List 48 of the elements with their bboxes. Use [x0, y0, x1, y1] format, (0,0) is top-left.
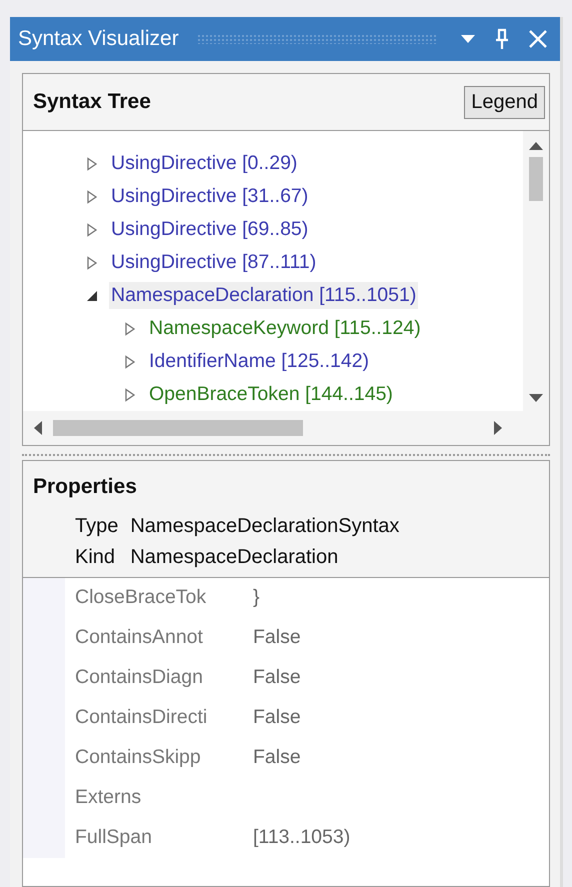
type-label: Type: [75, 515, 118, 538]
collapse-triangle-icon[interactable]: [85, 288, 99, 302]
pin-icon[interactable]: [494, 28, 510, 50]
scroll-up-icon[interactable]: [528, 141, 544, 151]
syntax-tree-title: Syntax Tree: [33, 90, 151, 114]
property-value: False: [252, 745, 301, 770]
scroll-down-icon[interactable]: [528, 393, 544, 403]
tree-item[interactable]: UsingDirective [87..111): [109, 249, 318, 276]
scroll-thumb[interactable]: [53, 420, 303, 436]
tree-item[interactable]: NamespaceKeyword [115..124): [147, 315, 423, 342]
horizontal-scrollbar[interactable]: [23, 411, 549, 445]
scroll-right-icon[interactable]: [493, 420, 503, 436]
property-name: ContainsAnnot: [74, 625, 204, 650]
kind-label: Kind: [75, 546, 116, 569]
property-value: False: [252, 625, 301, 650]
tree-item[interactable]: IdentifierName [125..142): [147, 348, 372, 375]
expand-triangle-icon[interactable]: [123, 354, 137, 368]
property-name: CloseBraceTok: [74, 585, 208, 610]
tree-item[interactable]: NamespaceDeclaration [115..1051): [109, 282, 418, 309]
kind-value: NamespaceDeclaration: [130, 546, 340, 569]
tree-item[interactable]: UsingDirective [31..67): [109, 183, 310, 210]
scroll-thumb[interactable]: [529, 157, 543, 201]
tree-item[interactable]: UsingDirective [69..85): [109, 216, 310, 243]
window-title: Syntax Visualizer: [18, 27, 179, 51]
property-value: False: [252, 665, 301, 690]
scroll-left-icon[interactable]: [33, 420, 43, 436]
expand-triangle-icon[interactable]: [85, 156, 99, 170]
expand-triangle-icon[interactable]: [123, 388, 137, 402]
legend-button[interactable]: Legend: [464, 86, 545, 118]
properties-title: Properties: [33, 475, 137, 498]
property-value: False: [252, 705, 301, 730]
property-name: ContainsDiagn: [74, 665, 204, 690]
property-value: }: [252, 585, 260, 610]
tree-item[interactable]: UsingDirective [0..29): [109, 150, 300, 177]
property-name: FullSpan: [74, 825, 153, 850]
type-value: NamespaceDeclarationSyntax: [130, 515, 400, 538]
property-value: [113..1053): [252, 825, 350, 850]
property-name: ContainsSkipp: [74, 745, 202, 770]
vertical-scrollbar[interactable]: [523, 131, 549, 411]
expand-triangle-icon[interactable]: [85, 256, 99, 270]
property-name: ContainsDirecti: [74, 705, 208, 730]
tree-item[interactable]: OpenBraceToken [144..145): [147, 381, 395, 408]
close-icon[interactable]: [528, 29, 548, 49]
dropdown-icon[interactable]: [460, 34, 476, 44]
expand-triangle-icon[interactable]: [85, 190, 99, 204]
expand-triangle-icon[interactable]: [123, 322, 137, 336]
expand-triangle-icon[interactable]: [85, 222, 99, 236]
property-name: Externs: [74, 785, 142, 810]
